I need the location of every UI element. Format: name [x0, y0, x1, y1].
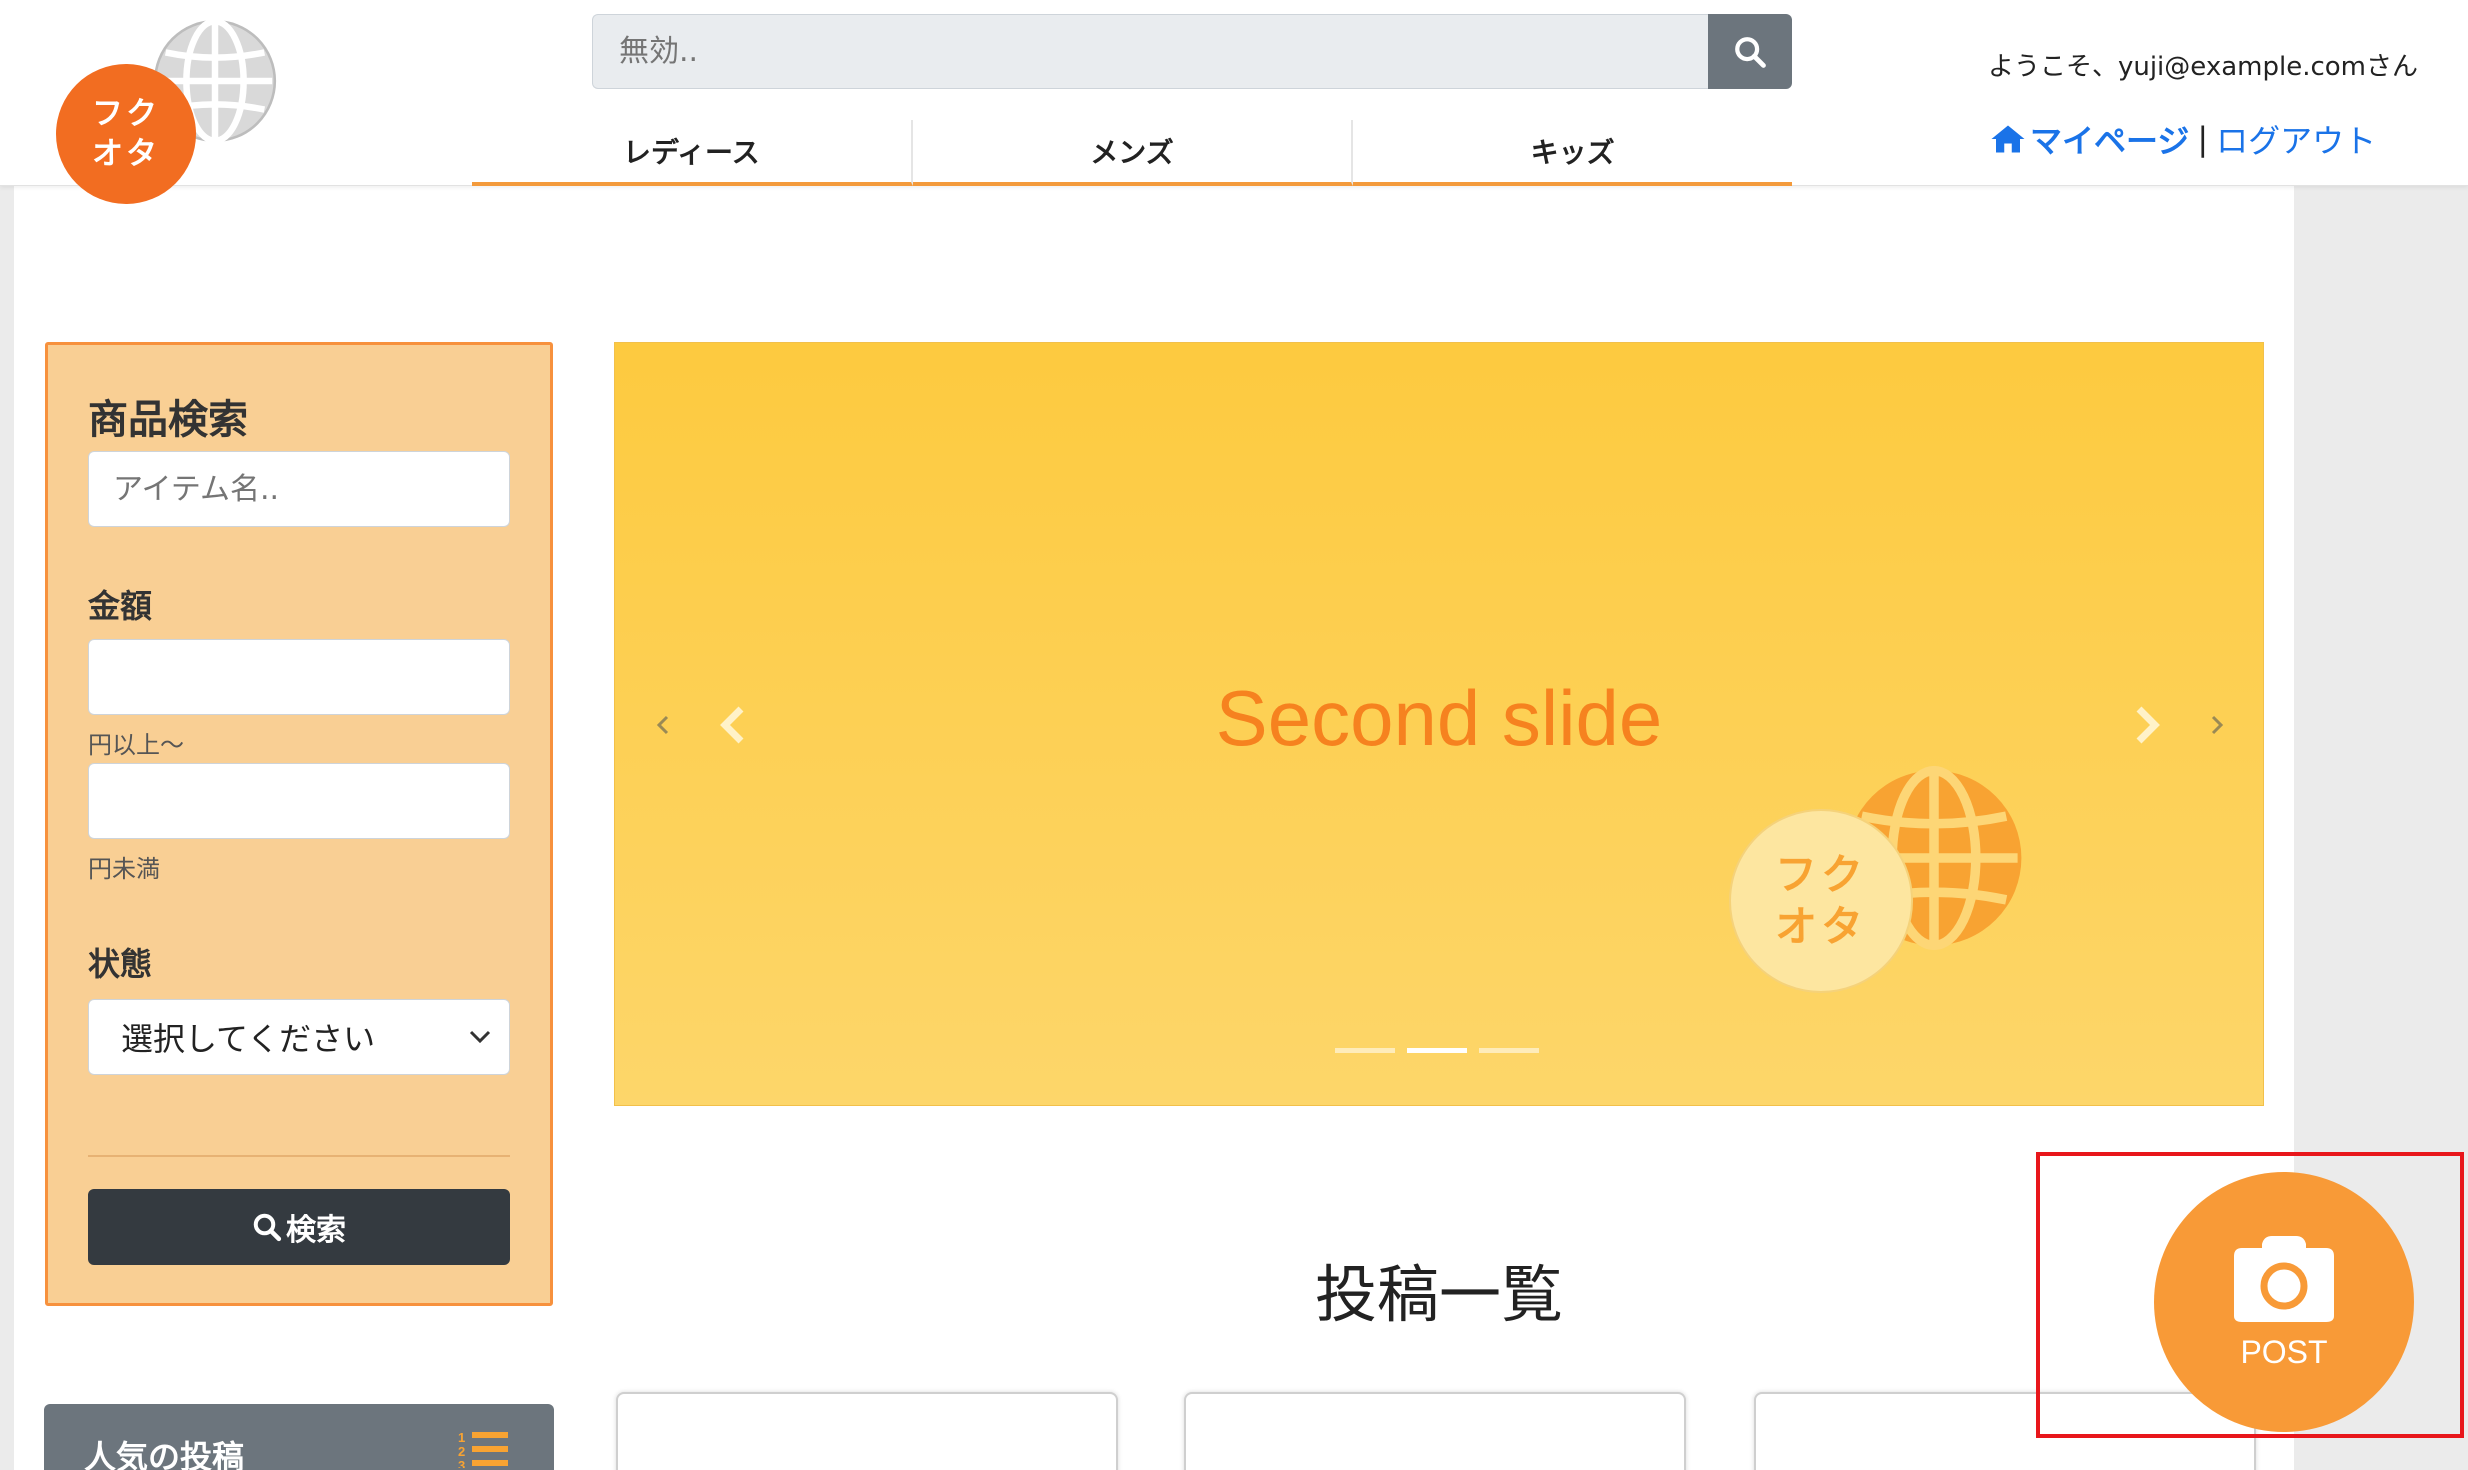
- tab-ladies[interactable]: レディース: [472, 120, 913, 186]
- category-nav: レディース メンズ キッズ: [472, 120, 1793, 186]
- popular-posts-panel: 人気の投稿 1 2 3: [44, 1404, 554, 1470]
- slide-caption: Second slide: [1215, 674, 1663, 762]
- camera-icon: [2234, 1235, 2334, 1322]
- hero-carousel: Second slide フク オタ: [614, 342, 2264, 1106]
- mypage-label: マイページ: [2030, 122, 2190, 160]
- global-search-input[interactable]: [592, 14, 1708, 89]
- post-card[interactable]: [1184, 1392, 1686, 1470]
- link-separator: |: [2197, 120, 2209, 158]
- post-button[interactable]: POST: [2154, 1172, 2414, 1432]
- svg-text:1: 1: [458, 1430, 465, 1445]
- site-header: フク オタ レディース メンズ キッズ ようこそ、yuji@example.co…: [0, 0, 2468, 204]
- search-icon: [1735, 36, 1766, 68]
- welcome-message: ようこそ、yuji@example.comさん: [1987, 52, 2418, 82]
- tab-kids[interactable]: キッズ: [1353, 120, 1793, 186]
- mypage-link[interactable]: マイページ: [1990, 116, 2189, 162]
- price-min-note: 円以上〜: [88, 731, 184, 759]
- carousel-indicator-active[interactable]: [1407, 1048, 1467, 1053]
- price-max-input[interactable]: [88, 763, 510, 839]
- post-button-label: POST: [2240, 1333, 2328, 1370]
- condition-label: 状態: [88, 945, 153, 983]
- price-max-note: 円未満: [88, 855, 160, 883]
- post-card[interactable]: [616, 1392, 1118, 1470]
- popular-posts-title: 人気の投稿: [84, 1438, 245, 1470]
- search-submit-label: 検索: [286, 1213, 346, 1248]
- posts-heading: 投稿一覧: [1314, 1258, 1563, 1331]
- price-label: 金額: [88, 587, 153, 625]
- condition-select-value: 選択してください: [121, 1020, 376, 1058]
- carousel-indicator[interactable]: [1335, 1048, 1395, 1053]
- svg-text:2: 2: [458, 1444, 465, 1459]
- svg-text:3: 3: [458, 1458, 465, 1468]
- search-icon: [253, 1213, 282, 1242]
- site-logo[interactable]: フク オタ: [56, 64, 196, 204]
- product-search-panel: 商品検索 金額 円以上〜 円未満 状態 選択してください 検索: [45, 342, 553, 1306]
- chevron-down-icon: [469, 1030, 491, 1044]
- home-icon: [1991, 125, 2025, 153]
- item-name-input[interactable]: [88, 451, 510, 527]
- user-links: マイページ | ログアウト: [1990, 116, 2376, 162]
- logout-link[interactable]: ログアウト: [2216, 116, 2376, 162]
- ranking-list-icon: 1 2 3: [458, 1430, 508, 1468]
- tab-mens[interactable]: メンズ: [912, 120, 1354, 186]
- panel-divider: [88, 1155, 510, 1157]
- condition-select[interactable]: 選択してください: [88, 999, 510, 1075]
- panel-title: 商品検索: [88, 397, 248, 443]
- global-search: [592, 14, 1792, 89]
- carousel-indicator[interactable]: [1479, 1048, 1539, 1053]
- search-submit-button[interactable]: 検索: [88, 1189, 510, 1265]
- price-min-input[interactable]: [88, 639, 510, 715]
- slide-logo: フク オタ: [1729, 809, 1913, 993]
- global-search-button[interactable]: [1708, 14, 1792, 89]
- carousel-indicators: [1335, 1048, 1539, 1053]
